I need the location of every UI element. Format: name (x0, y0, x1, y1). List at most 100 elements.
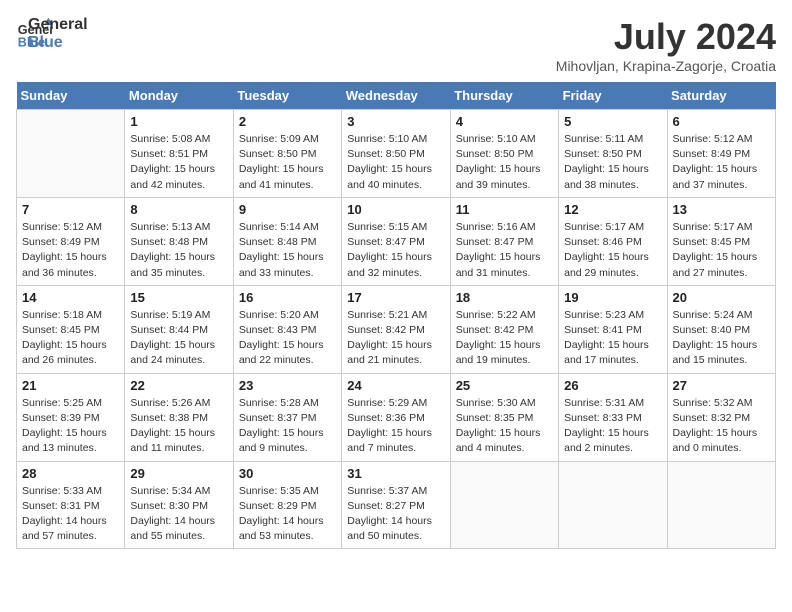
calendar-cell: 23 Sunrise: 5:28 AM Sunset: 8:37 PM Dayli… (233, 373, 341, 461)
calendar-cell (667, 461, 775, 549)
cell-text: Sunrise: 5:37 AM Sunset: 8:27 PM Dayligh… (347, 484, 444, 545)
day-number: 15 (130, 290, 227, 305)
cell-text: Sunrise: 5:14 AM Sunset: 8:48 PM Dayligh… (239, 220, 336, 281)
cell-text: Sunrise: 5:10 AM Sunset: 8:50 PM Dayligh… (347, 132, 444, 193)
day-number: 4 (456, 114, 553, 129)
calendar-cell: 15 Sunrise: 5:19 AM Sunset: 8:44 PM Dayli… (125, 285, 233, 373)
day-number: 22 (130, 378, 227, 393)
cell-text: Sunrise: 5:23 AM Sunset: 8:41 PM Dayligh… (564, 308, 661, 369)
logo-line1: General (28, 16, 88, 34)
calendar-cell: 22 Sunrise: 5:26 AM Sunset: 8:38 PM Dayli… (125, 373, 233, 461)
calendar-cell: 27 Sunrise: 5:32 AM Sunset: 8:32 PM Dayli… (667, 373, 775, 461)
cell-text: Sunrise: 5:16 AM Sunset: 8:47 PM Dayligh… (456, 220, 553, 281)
cell-text: Sunrise: 5:17 AM Sunset: 8:46 PM Dayligh… (564, 220, 661, 281)
cell-text: Sunrise: 5:18 AM Sunset: 8:45 PM Dayligh… (22, 308, 119, 369)
calendar-cell: 17 Sunrise: 5:21 AM Sunset: 8:42 PM Dayli… (342, 285, 450, 373)
location: Mihovljan, Krapina-Zagorje, Croatia (556, 58, 776, 74)
calendar-cell: 2Sunrise: 5:09 AM Sunset: 8:50 PM Daylig… (233, 110, 341, 198)
cell-text: Sunrise: 5:32 AM Sunset: 8:32 PM Dayligh… (673, 396, 770, 457)
day-number: 9 (239, 202, 336, 217)
page-header: General Blue General Blue July 2024 Miho… (16, 16, 776, 74)
cell-text: Sunrise: 5:13 AM Sunset: 8:48 PM Dayligh… (130, 220, 227, 281)
cell-text: Sunrise: 5:31 AM Sunset: 8:33 PM Dayligh… (564, 396, 661, 457)
cell-text: Sunrise: 5:35 AM Sunset: 8:29 PM Dayligh… (239, 484, 336, 545)
weekday-header: Tuesday (233, 82, 341, 110)
cell-text: Sunrise: 5:26 AM Sunset: 8:38 PM Dayligh… (130, 396, 227, 457)
cell-text: Sunrise: 5:21 AM Sunset: 8:42 PM Dayligh… (347, 308, 444, 369)
day-number: 23 (239, 378, 336, 393)
weekday-header: Monday (125, 82, 233, 110)
cell-text: Sunrise: 5:12 AM Sunset: 8:49 PM Dayligh… (673, 132, 770, 193)
weekday-header: Wednesday (342, 82, 450, 110)
calendar-cell (17, 110, 125, 198)
day-number: 18 (456, 290, 553, 305)
day-number: 8 (130, 202, 227, 217)
cell-text: Sunrise: 5:19 AM Sunset: 8:44 PM Dayligh… (130, 308, 227, 369)
cell-text: Sunrise: 5:34 AM Sunset: 8:30 PM Dayligh… (130, 484, 227, 545)
calendar-cell: 21Sunrise: 5:25 AM Sunset: 8:39 PM Dayli… (17, 373, 125, 461)
calendar-cell: 14 Sunrise: 5:18 AM Sunset: 8:45 PM Dayli… (17, 285, 125, 373)
day-number: 31 (347, 466, 444, 481)
month-title: July 2024 (556, 16, 776, 58)
day-number: 28 (22, 466, 119, 481)
day-number: 13 (673, 202, 770, 217)
day-number: 2 (239, 114, 336, 129)
calendar-cell: 3 Sunrise: 5:10 AM Sunset: 8:50 PM Daylig… (342, 110, 450, 198)
calendar-table: SundayMondayTuesdayWednesdayThursdayFrid… (16, 82, 776, 549)
day-number: 29 (130, 466, 227, 481)
calendar-cell: 1 Sunrise: 5:08 AM Sunset: 8:51 PM Daylig… (125, 110, 233, 198)
logo-line2: Blue (28, 34, 88, 52)
calendar-cell: 24 Sunrise: 5:29 AM Sunset: 8:36 PM Dayli… (342, 373, 450, 461)
day-number: 7 (22, 202, 119, 217)
calendar-cell: 30 Sunrise: 5:35 AM Sunset: 8:29 PM Dayli… (233, 461, 341, 549)
calendar-cell: 11 Sunrise: 5:16 AM Sunset: 8:47 PM Dayli… (450, 197, 558, 285)
cell-text: Sunrise: 5:20 AM Sunset: 8:43 PM Dayligh… (239, 308, 336, 369)
cell-text: Sunrise: 5:28 AM Sunset: 8:37 PM Dayligh… (239, 396, 336, 457)
calendar-cell: 26Sunrise: 5:31 AM Sunset: 8:33 PM Dayli… (559, 373, 667, 461)
cell-text: Sunrise: 5:15 AM Sunset: 8:47 PM Dayligh… (347, 220, 444, 281)
calendar-cell: 18 Sunrise: 5:22 AM Sunset: 8:42 PM Dayli… (450, 285, 558, 373)
weekday-header: Saturday (667, 82, 775, 110)
calendar-cell: 6 Sunrise: 5:12 AM Sunset: 8:49 PM Daylig… (667, 110, 775, 198)
calendar-cell: 28Sunrise: 5:33 AM Sunset: 8:31 PM Dayli… (17, 461, 125, 549)
calendar-cell (450, 461, 558, 549)
calendar-cell: 9 Sunrise: 5:14 AM Sunset: 8:48 PM Daylig… (233, 197, 341, 285)
day-number: 24 (347, 378, 444, 393)
day-number: 1 (130, 114, 227, 129)
weekday-header: Sunday (17, 82, 125, 110)
day-number: 20 (673, 290, 770, 305)
day-number: 17 (347, 290, 444, 305)
cell-text: Sunrise: 5:22 AM Sunset: 8:42 PM Dayligh… (456, 308, 553, 369)
calendar-cell (559, 461, 667, 549)
day-number: 21 (22, 378, 119, 393)
cell-text: Sunrise: 5:17 AM Sunset: 8:45 PM Dayligh… (673, 220, 770, 281)
cell-text: Sunrise: 5:29 AM Sunset: 8:36 PM Dayligh… (347, 396, 444, 457)
calendar-cell: 10Sunrise: 5:15 AM Sunset: 8:47 PM Dayli… (342, 197, 450, 285)
calendar-cell: 5 Sunrise: 5:11 AM Sunset: 8:50 PM Daylig… (559, 110, 667, 198)
cell-text: Sunrise: 5:30 AM Sunset: 8:35 PM Dayligh… (456, 396, 553, 457)
calendar-cell: 25 Sunrise: 5:30 AM Sunset: 8:35 PM Dayli… (450, 373, 558, 461)
cell-text: Sunrise: 5:10 AM Sunset: 8:50 PM Dayligh… (456, 132, 553, 193)
day-number: 30 (239, 466, 336, 481)
day-number: 12 (564, 202, 661, 217)
calendar-cell: 13 Sunrise: 5:17 AM Sunset: 8:45 PM Dayli… (667, 197, 775, 285)
calendar-cell: 20Sunrise: 5:24 AM Sunset: 8:40 PM Dayli… (667, 285, 775, 373)
day-number: 3 (347, 114, 444, 129)
calendar-cell: 16 Sunrise: 5:20 AM Sunset: 8:43 PM Dayli… (233, 285, 341, 373)
calendar-cell: 31 Sunrise: 5:37 AM Sunset: 8:27 PM Dayli… (342, 461, 450, 549)
day-number: 6 (673, 114, 770, 129)
cell-text: Sunrise: 5:11 AM Sunset: 8:50 PM Dayligh… (564, 132, 661, 193)
day-number: 14 (22, 290, 119, 305)
day-number: 25 (456, 378, 553, 393)
logo: General Blue General Blue (16, 16, 88, 53)
day-number: 11 (456, 202, 553, 217)
day-number: 19 (564, 290, 661, 305)
calendar-cell: 8 Sunrise: 5:13 AM Sunset: 8:48 PM Daylig… (125, 197, 233, 285)
calendar-cell: 19 Sunrise: 5:23 AM Sunset: 8:41 PM Dayli… (559, 285, 667, 373)
day-number: 27 (673, 378, 770, 393)
calendar-cell: 29 Sunrise: 5:34 AM Sunset: 8:30 PM Dayli… (125, 461, 233, 549)
day-number: 5 (564, 114, 661, 129)
cell-text: Sunrise: 5:08 AM Sunset: 8:51 PM Dayligh… (130, 132, 227, 193)
title-block: July 2024 Mihovljan, Krapina-Zagorje, Cr… (556, 16, 776, 74)
day-number: 16 (239, 290, 336, 305)
